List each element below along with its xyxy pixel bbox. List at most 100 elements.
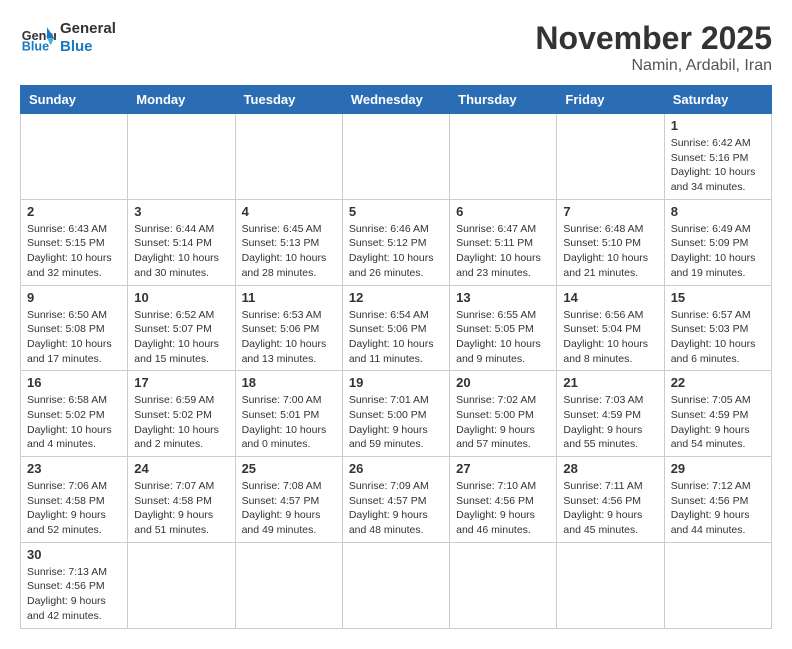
calendar-cell: 16 Sunrise: 6:58 AMSunset: 5:02 PMDayligh… — [21, 371, 128, 457]
day-info: Sunrise: 6:44 AMSunset: 5:14 PMDaylight:… — [134, 222, 228, 281]
svg-text:Blue: Blue — [22, 40, 49, 54]
calendar-cell: 28 Sunrise: 7:11 AMSunset: 4:56 PMDayligh… — [557, 457, 664, 543]
calendar-cell — [450, 114, 557, 200]
day-info: Sunrise: 7:06 AMSunset: 4:58 PMDaylight:… — [27, 479, 121, 538]
calendar-cell: 8 Sunrise: 6:49 AMSunset: 5:09 PMDaylight… — [664, 199, 771, 285]
calendar-cell: 30Sunrise: 7:13 AMSunset: 4:56 PMDayligh… — [21, 542, 128, 628]
weekday-header: Tuesday — [235, 86, 342, 114]
calendar-cell: 2 Sunrise: 6:43 AMSunset: 5:15 PMDaylight… — [21, 199, 128, 285]
day-info: Sunrise: 6:58 AMSunset: 5:02 PMDaylight:… — [27, 393, 121, 452]
calendar-week-row: 30Sunrise: 7:13 AMSunset: 4:56 PMDayligh… — [21, 542, 772, 628]
day-number: 1 — [671, 118, 765, 133]
day-info: Sunrise: 7:05 AMSunset: 4:59 PMDaylight:… — [671, 393, 765, 452]
calendar-cell: 27 Sunrise: 7:10 AMSunset: 4:56 PMDayligh… — [450, 457, 557, 543]
day-info: Sunrise: 6:50 AMSunset: 5:08 PMDaylight:… — [27, 308, 121, 367]
calendar-cell: 12 Sunrise: 6:54 AMSunset: 5:06 PMDayligh… — [342, 285, 449, 371]
day-info: Sunrise: 7:00 AMSunset: 5:01 PMDaylight:… — [242, 393, 336, 452]
calendar-cell — [342, 542, 449, 628]
day-info: Sunrise: 7:07 AMSunset: 4:58 PMDaylight:… — [134, 479, 228, 538]
logo-general: General — [60, 20, 116, 38]
calendar-cell: 29 Sunrise: 7:12 AMSunset: 4:56 PMDayligh… — [664, 457, 771, 543]
day-info: Sunrise: 7:12 AMSunset: 4:56 PMDaylight:… — [671, 479, 765, 538]
day-number: 7 — [563, 204, 657, 219]
calendar-cell: 23Sunrise: 7:06 AMSunset: 4:58 PMDayligh… — [21, 457, 128, 543]
calendar-cell — [235, 542, 342, 628]
page-header: General Blue General Blue November 2025 … — [20, 20, 772, 75]
day-info: Sunrise: 6:54 AMSunset: 5:06 PMDaylight:… — [349, 308, 443, 367]
calendar-cell — [128, 114, 235, 200]
day-number: 13 — [456, 290, 550, 305]
day-info: Sunrise: 6:55 AMSunset: 5:05 PMDaylight:… — [456, 308, 550, 367]
calendar-cell: 1Sunrise: 6:42 AMSunset: 5:16 PMDaylight… — [664, 114, 771, 200]
calendar-cell: 10 Sunrise: 6:52 AMSunset: 5:07 PMDayligh… — [128, 285, 235, 371]
day-info: Sunrise: 6:48 AMSunset: 5:10 PMDaylight:… — [563, 222, 657, 281]
calendar-cell: 17Sunrise: 6:59 AMSunset: 5:02 PMDayligh… — [128, 371, 235, 457]
day-info: Sunrise: 6:53 AMSunset: 5:06 PMDaylight:… — [242, 308, 336, 367]
month-title: November 2025 — [535, 20, 772, 57]
calendar-cell: 21Sunrise: 7:03 AMSunset: 4:59 PMDayligh… — [557, 371, 664, 457]
calendar-week-row: 23Sunrise: 7:06 AMSunset: 4:58 PMDayligh… — [21, 457, 772, 543]
weekday-header: Sunday — [21, 86, 128, 114]
day-number: 14 — [563, 290, 657, 305]
day-info: Sunrise: 7:13 AMSunset: 4:56 PMDaylight:… — [27, 565, 121, 624]
calendar-cell: 4 Sunrise: 6:45 AMSunset: 5:13 PMDaylight… — [235, 199, 342, 285]
calendar-cell — [235, 114, 342, 200]
calendar-cell: 24Sunrise: 7:07 AMSunset: 4:58 PMDayligh… — [128, 457, 235, 543]
day-number: 19 — [349, 375, 443, 390]
day-number: 17 — [134, 375, 228, 390]
calendar-cell: 26 Sunrise: 7:09 AMSunset: 4:57 PMDayligh… — [342, 457, 449, 543]
day-number: 10 — [134, 290, 228, 305]
calendar: SundayMondayTuesdayWednesdayThursdayFrid… — [20, 85, 772, 629]
day-info: Sunrise: 7:09 AMSunset: 4:57 PMDaylight:… — [349, 479, 443, 538]
day-number: 8 — [671, 204, 765, 219]
calendar-cell — [128, 542, 235, 628]
day-info: Sunrise: 6:47 AMSunset: 5:11 PMDaylight:… — [456, 222, 550, 281]
weekday-header: Wednesday — [342, 86, 449, 114]
day-number: 4 — [242, 204, 336, 219]
calendar-cell: 22Sunrise: 7:05 AMSunset: 4:59 PMDayligh… — [664, 371, 771, 457]
calendar-cell — [557, 542, 664, 628]
location: Namin, Ardabil, Iran — [535, 57, 772, 75]
day-info: Sunrise: 7:10 AMSunset: 4:56 PMDaylight:… — [456, 479, 550, 538]
weekday-header-row: SundayMondayTuesdayWednesdayThursdayFrid… — [21, 86, 772, 114]
day-number: 9 — [27, 290, 121, 305]
day-info: Sunrise: 6:49 AMSunset: 5:09 PMDaylight:… — [671, 222, 765, 281]
day-info: Sunrise: 6:52 AMSunset: 5:07 PMDaylight:… — [134, 308, 228, 367]
day-info: Sunrise: 7:01 AMSunset: 5:00 PMDaylight:… — [349, 393, 443, 452]
weekday-header: Saturday — [664, 86, 771, 114]
calendar-cell: 5Sunrise: 6:46 AMSunset: 5:12 PMDaylight… — [342, 199, 449, 285]
day-info: Sunrise: 6:56 AMSunset: 5:04 PMDaylight:… — [563, 308, 657, 367]
day-number: 26 — [349, 461, 443, 476]
calendar-cell: 14 Sunrise: 6:56 AMSunset: 5:04 PMDayligh… — [557, 285, 664, 371]
day-number: 27 — [456, 461, 550, 476]
weekday-header: Monday — [128, 86, 235, 114]
calendar-week-row: 1Sunrise: 6:42 AMSunset: 5:16 PMDaylight… — [21, 114, 772, 200]
day-number: 29 — [671, 461, 765, 476]
day-number: 12 — [349, 290, 443, 305]
day-info: Sunrise: 6:43 AMSunset: 5:15 PMDaylight:… — [27, 222, 121, 281]
day-info: Sunrise: 7:02 AMSunset: 5:00 PMDaylight:… — [456, 393, 550, 452]
day-info: Sunrise: 7:11 AMSunset: 4:56 PMDaylight:… — [563, 479, 657, 538]
day-number: 25 — [242, 461, 336, 476]
calendar-cell: 18Sunrise: 7:00 AMSunset: 5:01 PMDayligh… — [235, 371, 342, 457]
day-number: 28 — [563, 461, 657, 476]
logo: General Blue General Blue — [20, 20, 116, 56]
title-block: November 2025 Namin, Ardabil, Iran — [535, 20, 772, 75]
weekday-header: Friday — [557, 86, 664, 114]
calendar-cell: 19 Sunrise: 7:01 AMSunset: 5:00 PMDayligh… — [342, 371, 449, 457]
day-number: 6 — [456, 204, 550, 219]
calendar-cell: 9 Sunrise: 6:50 AMSunset: 5:08 PMDaylight… — [21, 285, 128, 371]
calendar-week-row: 2 Sunrise: 6:43 AMSunset: 5:15 PMDaylight… — [21, 199, 772, 285]
day-number: 20 — [456, 375, 550, 390]
calendar-cell: 7 Sunrise: 6:48 AMSunset: 5:10 PMDaylight… — [557, 199, 664, 285]
day-number: 5 — [349, 204, 443, 219]
calendar-cell — [557, 114, 664, 200]
day-number: 16 — [27, 375, 121, 390]
calendar-cell — [342, 114, 449, 200]
calendar-cell — [664, 542, 771, 628]
day-number: 2 — [27, 204, 121, 219]
day-info: Sunrise: 6:45 AMSunset: 5:13 PMDaylight:… — [242, 222, 336, 281]
calendar-cell — [450, 542, 557, 628]
calendar-week-row: 9 Sunrise: 6:50 AMSunset: 5:08 PMDaylight… — [21, 285, 772, 371]
calendar-cell — [21, 114, 128, 200]
